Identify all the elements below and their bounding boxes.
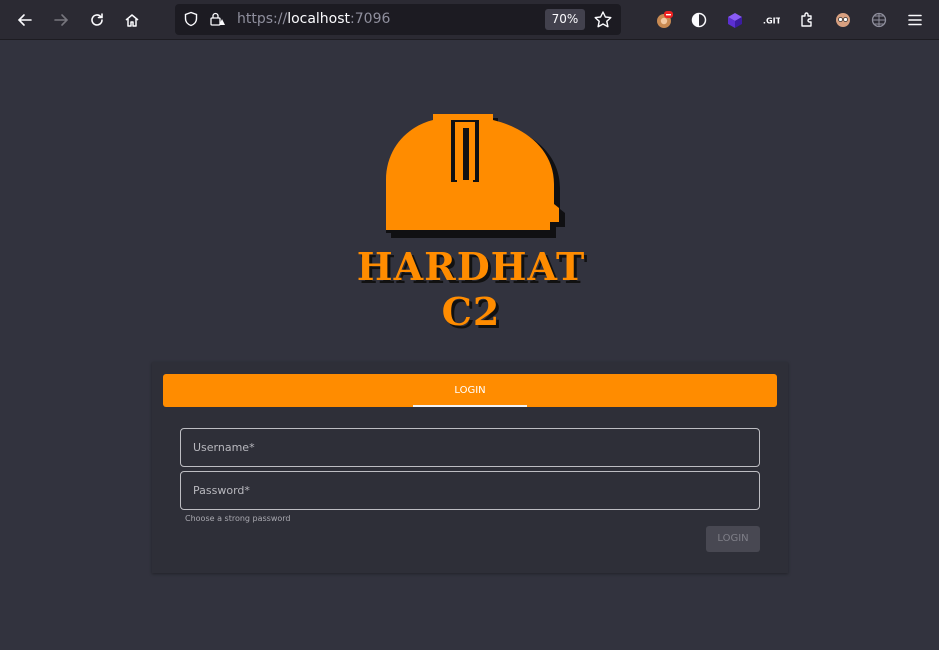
back-icon[interactable] — [13, 8, 37, 32]
extensions-puzzle-icon[interactable] — [795, 8, 819, 32]
brand-name: HARDHAT C2 — [356, 244, 586, 334]
extension-avatar-icon[interactable] — [831, 8, 855, 32]
zoom-indicator[interactable]: 70% — [545, 9, 585, 30]
password-field[interactable]: Password* — [180, 471, 760, 510]
extension-git-icon[interactable]: .GIT — [759, 8, 783, 32]
url-text[interactable]: https://localhost:7096 — [237, 11, 390, 27]
extension-ublock-icon[interactable] — [652, 8, 676, 32]
menu-icon[interactable] — [903, 8, 927, 32]
tab-indicator — [413, 405, 527, 407]
url-bar[interactable]: https://localhost:7096 70% — [175, 4, 621, 35]
tab-bar: LOGIN — [163, 374, 777, 407]
forward-icon[interactable] — [49, 8, 73, 32]
login-card: LOGIN Username* Password* Choose a stron… — [152, 362, 788, 573]
password-helper-text: Choose a strong password — [185, 514, 291, 523]
svg-text:.GIT: .GIT — [763, 16, 780, 26]
lock-icon[interactable] — [209, 11, 227, 27]
extension-darkreader-icon[interactable] — [687, 8, 711, 32]
tab-login[interactable]: LOGIN — [413, 374, 527, 407]
extension-cube-icon[interactable] — [723, 8, 747, 32]
bookmark-star-icon[interactable] — [593, 10, 613, 30]
shield-icon[interactable] — [183, 11, 199, 27]
home-icon[interactable] — [120, 8, 144, 32]
browser-toolbar: https://localhost:7096 70% .GIT — [0, 0, 939, 40]
login-submit-button[interactable]: LOGIN — [706, 526, 760, 552]
username-field[interactable]: Username* — [180, 428, 760, 467]
extension-network-icon[interactable] — [867, 8, 891, 32]
reload-icon[interactable] — [85, 8, 109, 32]
password-placeholder: Password* — [193, 484, 250, 497]
username-placeholder: Username* — [193, 441, 255, 454]
